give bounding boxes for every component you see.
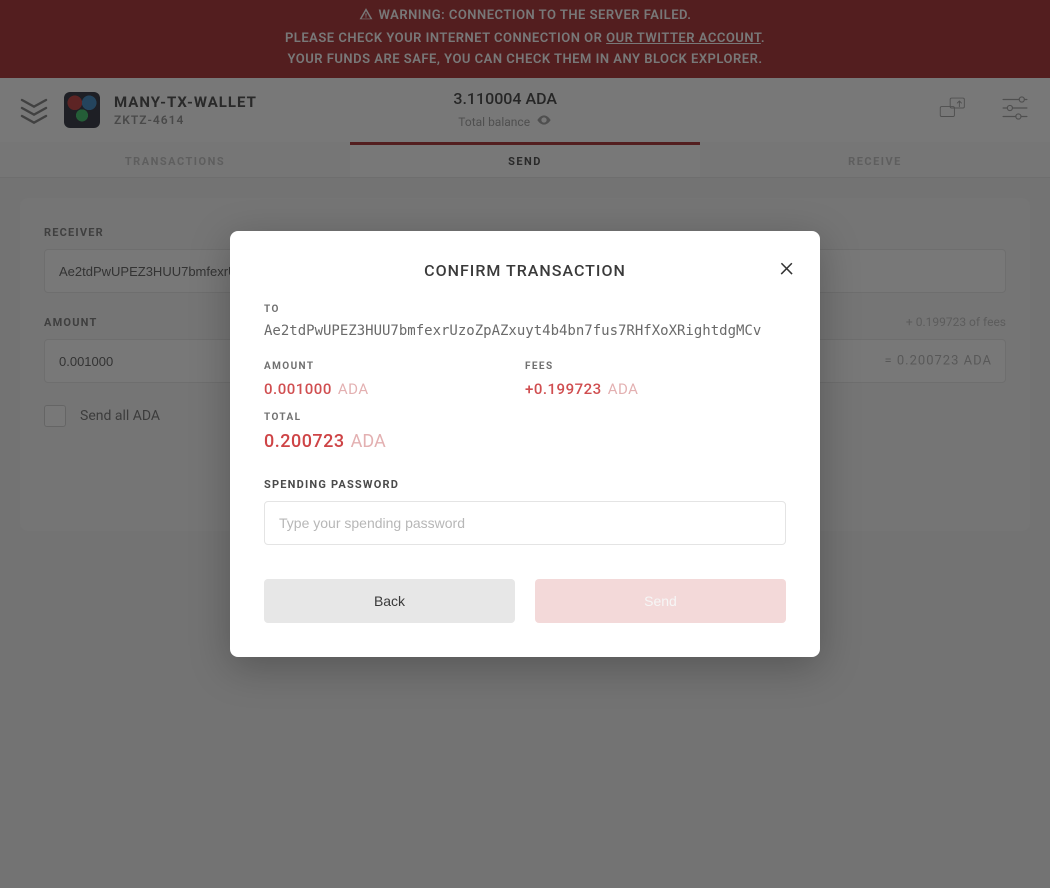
modal-total-unit: ADA <box>351 431 386 452</box>
modal-title: CONFIRM TRANSACTION <box>264 261 786 280</box>
modal-amount-label: AMOUNT <box>264 361 525 372</box>
modal-amount-value: 0.001000 <box>264 380 332 398</box>
modal-to-label: TO <box>264 304 786 315</box>
modal-total-value: 0.200723 <box>264 431 345 452</box>
back-button[interactable]: Back <box>264 579 515 623</box>
spending-password-input[interactable] <box>264 501 786 545</box>
modal-fees-label: FEES <box>525 361 786 372</box>
close-icon[interactable]: × <box>779 253 794 281</box>
spending-password-label: SPENDING PASSWORD <box>264 478 786 491</box>
send-button[interactable]: Send <box>535 579 786 623</box>
modal-fees-unit: ADA <box>608 380 639 398</box>
confirm-transaction-modal: CONFIRM TRANSACTION × TO Ae2tdPwUPEZ3HUU… <box>230 231 820 657</box>
modal-fees-value: +0.199723 <box>525 380 602 398</box>
modal-total-label: TOTAL <box>264 412 786 423</box>
modal-amount-unit: ADA <box>338 380 369 398</box>
modal-to-value: Ae2tdPwUPEZ3HUU7bmfexrUzoZpAZxuyt4b4bn7f… <box>264 323 786 339</box>
modal-overlay[interactable]: CONFIRM TRANSACTION × TO Ae2tdPwUPEZ3HUU… <box>0 0 1050 888</box>
